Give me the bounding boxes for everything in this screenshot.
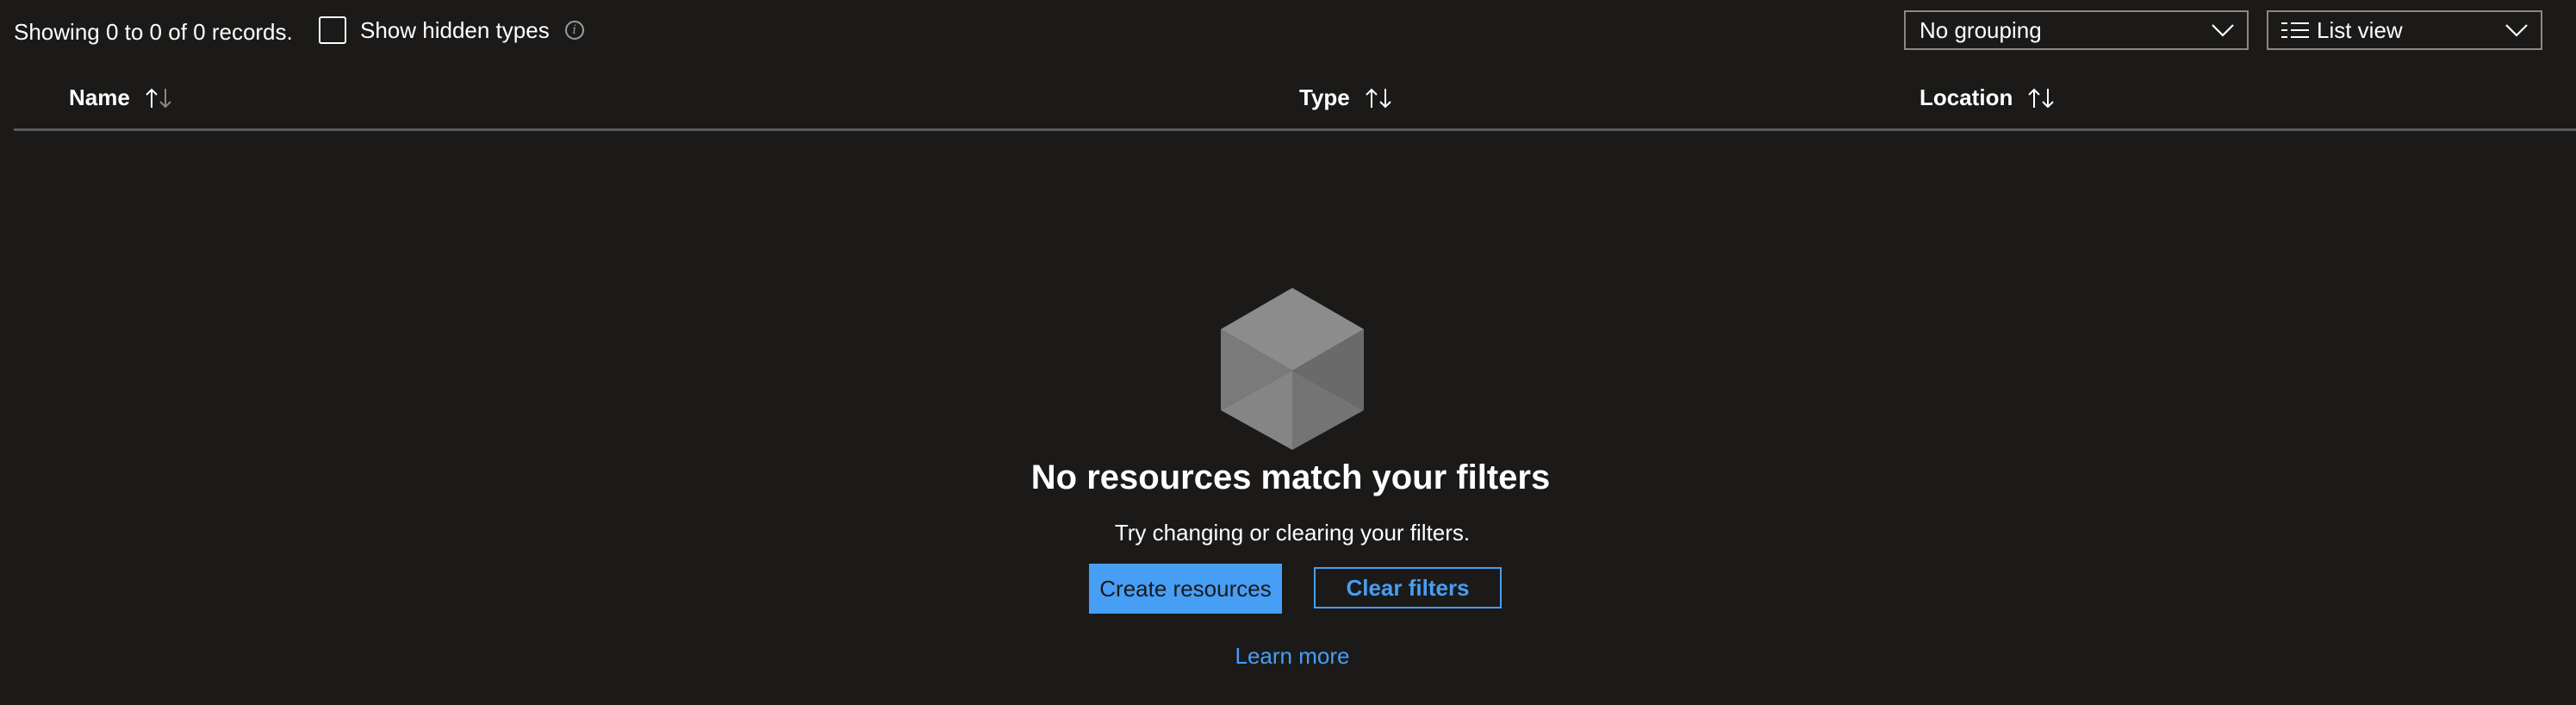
learn-more-link[interactable]: Learn more xyxy=(1235,643,1350,669)
clear-filters-button[interactable]: Clear filters xyxy=(1314,567,1502,608)
chevron-down-icon xyxy=(2504,23,2529,37)
show-hidden-types-checkbox[interactable] xyxy=(319,16,346,44)
sort-arrows-icon[interactable] xyxy=(1364,87,1393,109)
grouping-dropdown-value: No grouping xyxy=(1920,16,2042,43)
cube-icon xyxy=(1219,286,1366,456)
sort-arrows-icon[interactable] xyxy=(2026,87,2056,109)
create-resources-button[interactable]: Create resources xyxy=(1089,564,1282,614)
column-header-name-label: Name xyxy=(69,84,130,110)
column-header-location-label: Location xyxy=(1920,84,2013,110)
show-hidden-types-label[interactable]: Show hidden types xyxy=(360,17,550,44)
empty-state-title-text: No resources match your filters xyxy=(1030,459,1551,496)
info-icon[interactable]: i xyxy=(564,21,584,40)
view-dropdown-value: List view xyxy=(2317,16,2403,43)
column-header-location[interactable]: Location xyxy=(1920,84,2056,111)
column-header-type-label: Type xyxy=(1299,84,1350,110)
chevron-down-icon xyxy=(2211,23,2235,37)
table-header: Name Type Location xyxy=(14,78,2576,131)
empty-state-subtitle: Try changing or clearing your filters. xyxy=(0,520,2576,546)
column-header-name[interactable]: Name xyxy=(69,84,173,111)
learn-more-container: Learn more xyxy=(0,643,2576,670)
show-hidden-types[interactable]: Show hidden types i xyxy=(319,15,584,46)
column-header-type[interactable]: Type xyxy=(1299,84,1393,111)
list-icon xyxy=(2280,21,2310,40)
grouping-dropdown[interactable]: No grouping xyxy=(1904,10,2249,50)
resources-page: Showing 0 to 0 of 0 records. Show hidden… xyxy=(0,0,2576,705)
view-dropdown[interactable]: List view xyxy=(2267,10,2542,50)
empty-state-title: No resources match your filters xyxy=(0,459,2576,497)
records-count-text: Showing 0 to 0 of 0 records. xyxy=(14,19,293,45)
sort-arrows-icon[interactable] xyxy=(144,87,173,109)
empty-state-subtitle-text: Try changing or clearing your filters. xyxy=(1114,520,1471,546)
